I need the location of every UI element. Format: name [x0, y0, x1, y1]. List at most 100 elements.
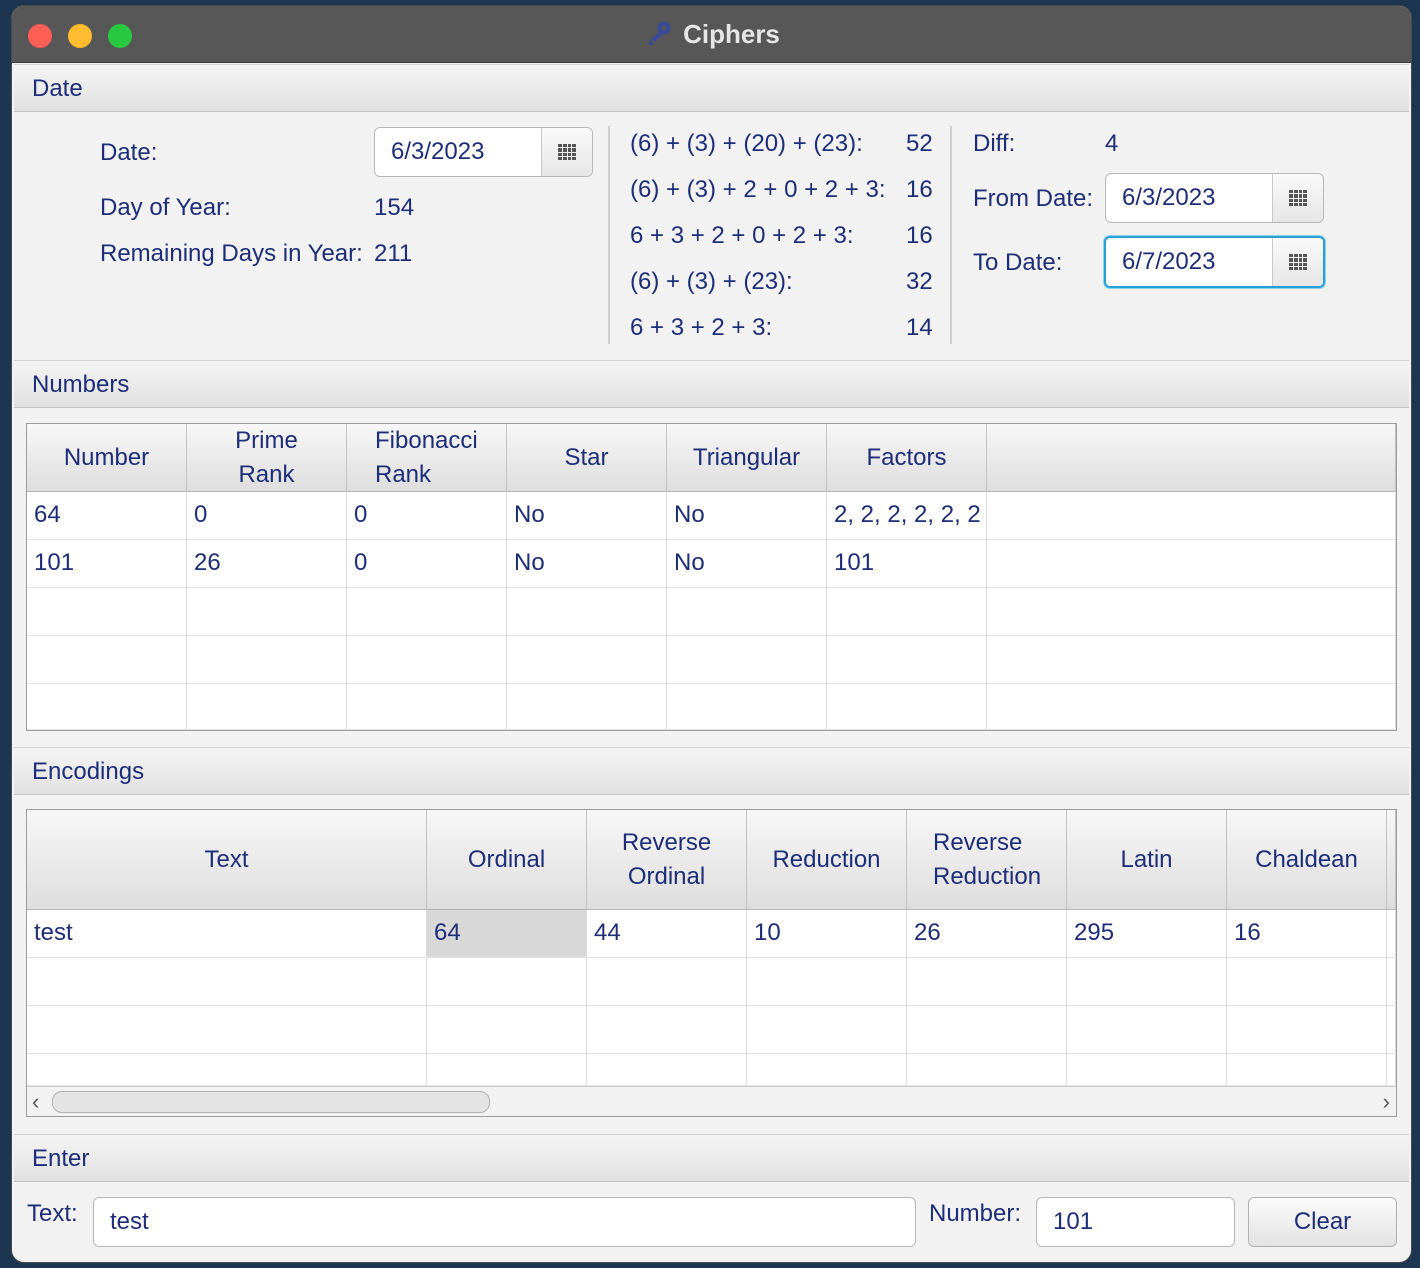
table-cell: [187, 636, 347, 684]
table-cell: [747, 958, 907, 1006]
column-header-text[interactable]: Text: [27, 810, 427, 910]
table-cell[interactable]: 64: [27, 492, 187, 540]
sum-value: 16: [906, 176, 933, 203]
table-cell: [507, 636, 667, 684]
date-label: Date:: [100, 139, 158, 166]
column-header-reverse-ordinal[interactable]: Reverse Ordinal: [587, 810, 747, 910]
date-input[interactable]: 6/3/2023: [375, 128, 541, 176]
to-date-picker[interactable]: 6/7/2023: [1104, 236, 1325, 288]
table-cell[interactable]: 295: [1067, 910, 1227, 958]
table-cell[interactable]: No: [667, 492, 827, 540]
table-cell[interactable]: 101: [27, 540, 187, 588]
table-cell[interactable]: 0: [347, 540, 507, 588]
table-cell: [587, 958, 747, 1006]
table-cell[interactable]: 0: [187, 492, 347, 540]
table-cell[interactable]: 10: [747, 910, 907, 958]
date-picker[interactable]: 6/3/2023: [374, 127, 593, 177]
date-section-header[interactable]: Date: [14, 64, 1409, 112]
enter-section-header[interactable]: Enter: [14, 1134, 1409, 1182]
column-header-chaldean[interactable]: Chaldean: [1227, 810, 1387, 910]
column-header-fibonacci-rank[interactable]: Fibonacci Rank: [347, 424, 507, 492]
column-header-reduction[interactable]: Reduction: [747, 810, 907, 910]
table-cell: [1227, 958, 1387, 1006]
numbers-section-header[interactable]: Numbers: [14, 360, 1409, 408]
table-cell[interactable]: No: [507, 492, 667, 540]
table-cell: [27, 1054, 427, 1086]
sum-value: 32: [906, 268, 933, 295]
table-cell: [1387, 958, 1396, 1006]
table-cell: [987, 636, 1396, 684]
from-date-input[interactable]: 6/3/2023: [1106, 174, 1272, 222]
table-cell[interactable]: 44: [587, 910, 747, 958]
numbers-table: Number Prime Rank Fibonacci Rank Star Tr…: [26, 423, 1397, 731]
column-header-triangular[interactable]: Triangular: [667, 424, 827, 492]
table-cell: [27, 958, 427, 1006]
table-cell[interactable]: 101: [827, 540, 987, 588]
column-header-latin[interactable]: Latin: [1067, 810, 1227, 910]
key-icon: [648, 21, 671, 46]
from-date-picker[interactable]: 6/3/2023: [1105, 173, 1324, 223]
table-cell[interactable]: No: [507, 540, 667, 588]
table-cell: [1067, 958, 1227, 1006]
number-input[interactable]: 101: [1036, 1197, 1235, 1247]
scrollbar-thumb[interactable]: [52, 1091, 490, 1113]
table-cell: [1067, 1054, 1227, 1086]
date-calendar-button[interactable]: [541, 128, 592, 176]
encodings-table: Text Ordinal Reverse Ordinal Reduction R…: [26, 809, 1397, 1117]
scroll-left-icon[interactable]: ‹: [32, 1089, 39, 1115]
table-cell[interactable]: 2, 2, 2, 2, 2, 2: [827, 492, 987, 540]
table-cell: [187, 684, 347, 730]
table-cell[interactable]: 0: [347, 492, 507, 540]
clear-button[interactable]: Clear: [1248, 1197, 1397, 1247]
column-header-star[interactable]: Star: [507, 424, 667, 492]
sum-expression: (6) + (3) + (20) + (23):: [630, 130, 863, 157]
table-cell[interactable]: test: [27, 910, 427, 958]
column-header-ordinal[interactable]: Ordinal: [427, 810, 587, 910]
column-header-filler: [987, 424, 1396, 492]
table-cell: [667, 588, 827, 636]
column-header-number[interactable]: Number: [27, 424, 187, 492]
table-cell: [507, 588, 667, 636]
sum-expression: 6 + 3 + 2 + 3:: [630, 314, 773, 341]
table-cell: [27, 588, 187, 636]
table-cell-selected[interactable]: 64: [427, 910, 587, 958]
from-date-label: From Date:: [973, 185, 1094, 212]
column-header-factors[interactable]: Factors: [827, 424, 987, 492]
divider: [950, 126, 952, 344]
sum-value: 14: [906, 314, 933, 341]
from-date-calendar-button[interactable]: [1272, 174, 1323, 222]
table-cell[interactable]: 26: [907, 910, 1067, 958]
encodings-section-header[interactable]: Encodings: [14, 747, 1409, 795]
horizontal-scrollbar[interactable]: ‹ ›: [27, 1086, 1396, 1116]
table-cell[interactable]: No: [667, 540, 827, 588]
table-cell[interactable]: 26: [187, 540, 347, 588]
to-date-value: 6/7/2023: [1122, 248, 1216, 275]
calendar-icon: [558, 144, 576, 160]
table-cell: [427, 1054, 587, 1086]
to-date-input[interactable]: 6/7/2023: [1106, 238, 1272, 286]
to-date-calendar-button[interactable]: [1272, 238, 1323, 286]
number-label: Number:: [929, 1200, 1022, 1227]
scroll-right-icon[interactable]: ›: [1383, 1089, 1390, 1115]
table-cell: [587, 1054, 747, 1086]
table-cell: [507, 684, 667, 730]
table-cell: [187, 588, 347, 636]
table-cell: [347, 588, 507, 636]
column-header-prime-rank[interactable]: Prime Rank: [187, 424, 347, 492]
title-bar: Ciphers: [12, 6, 1411, 63]
table-cell: [1387, 910, 1396, 958]
table-cell: [987, 588, 1396, 636]
text-input[interactable]: test: [93, 1197, 916, 1247]
sum-value: 52: [906, 130, 933, 157]
table-cell: [427, 958, 587, 1006]
table-cell[interactable]: 16: [1227, 910, 1387, 958]
day-of-year-label: Day of Year:: [100, 194, 231, 221]
column-header-reverse-reduction[interactable]: Reverse Reduction: [907, 810, 1067, 910]
table-cell: [987, 492, 1396, 540]
day-of-year-value: 154: [374, 194, 415, 221]
table-cell: [987, 540, 1396, 588]
calendar-icon: [1289, 254, 1307, 270]
table-cell: [427, 1006, 587, 1054]
table-cell: [827, 636, 987, 684]
main-window: Ciphers Date Date: 6/3/2023 Day of Year:…: [12, 6, 1411, 1262]
